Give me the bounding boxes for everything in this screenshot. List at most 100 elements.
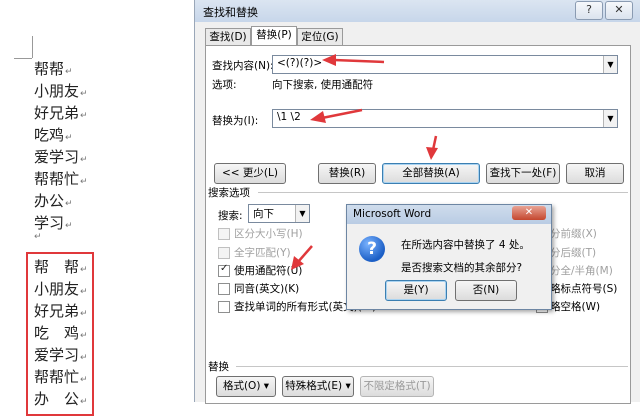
document-line: 爱学习↵ [34,146,88,167]
message-line-1: 在所选内容中替换了 4 处。 [401,239,530,251]
tab-goto[interactable]: 定位(G) [297,28,343,46]
help-button[interactable]: ? [575,1,603,20]
no-formatting-button: 不限定格式(T) [360,376,434,397]
document-line-text: 小朋友 [34,82,80,100]
document-line: 吃 鸡↵ [34,322,88,343]
document-line-text: 帮帮忙 [34,368,80,386]
paragraph-mark: ↵ [65,199,73,209]
cancel-button[interactable]: 取消 [566,163,624,184]
paragraph-mark: ↵ [65,67,73,77]
checkbox-box[interactable] [218,247,230,259]
replace-value: \1 \2 [277,111,301,123]
message-title: Microsoft Word [353,208,432,220]
document-line-text: 帮 帮 [34,258,80,276]
replace-input[interactable]: \1 \2 ▼ [272,109,618,128]
document-line: 爱学习↵ [34,344,88,365]
document-line-text: 爱学习 [34,148,80,166]
document-line-text: 办公 [34,192,65,210]
checkbox-box[interactable] [218,301,230,313]
paragraph-mark: ↵ [80,265,88,275]
document-line-text: 好兄弟 [34,104,80,122]
checkbox-label: 分后缀(T) [550,247,597,259]
document-line-text: 帮帮忙 [34,170,80,188]
document-line: 帮帮忙↵ [34,366,88,387]
message-line-2: 是否搜索文档的其余部分? [401,262,523,274]
checkbox-label: 全字匹配(Y) [234,247,291,259]
chevron-down-icon[interactable]: ▼ [295,205,309,222]
find-replace-dialog: 查找和替换 ? ✕ 查找(D) 替换(P) 定位(G) 查找内容(N): <(?… [194,0,640,404]
replace-button[interactable]: 替换(R) [318,163,376,184]
chevron-down-icon[interactable]: ▼ [603,56,617,73]
confirm-message-box: Microsoft Word ✕ ? 在所选内容中替换了 4 处。 是否搜索文档… [346,204,552,310]
replace-label: 替换为(I): [212,115,259,127]
checkbox-label: 使用通配符(U) [234,265,303,277]
paragraph-mark: ↵ [80,287,88,297]
paragraph-mark: ↵ [80,89,88,99]
paragraph-mark: ↵ [80,111,88,121]
document-line: 帮 帮↵ [34,256,88,277]
margin-corner-mark [14,58,32,59]
paragraph-mark: ↵ [80,177,88,187]
tab-find[interactable]: 查找(D) [205,28,251,46]
checkbox-label: 略标点符号(S) [550,283,618,295]
divider [236,366,628,367]
document-line: 好兄弟↵ [34,300,88,321]
search-direction-label: 搜索: [218,210,243,222]
replace-all-button[interactable]: 全部替换(A) [382,163,480,184]
find-input[interactable]: <(?)(?)> ▼ [272,55,618,74]
replace-section-title: 替换 [208,361,229,373]
document-line-text: 吃 鸡 [34,324,80,342]
search-direction-value: 向下 [253,208,274,220]
document-line: 办 公↵ [34,388,88,409]
checkbox-label: 区分大小写(H) [234,228,303,240]
document-line: 帮帮↵ [34,58,73,79]
tab-replace[interactable]: 替换(P) [251,26,297,47]
document-line: 吃鸡↵ [34,124,73,145]
document-line-text: 小朋友 [34,280,80,298]
document-line: 学习↵ [34,212,73,233]
chevron-down-icon[interactable]: ▼ [603,110,617,127]
options-value: 向下搜索, 使用通配符 [272,79,374,91]
paragraph-mark: ↵ [65,133,73,143]
paragraph-mark: ↵ [80,309,88,319]
options-label: 选项: [212,79,237,91]
checkbox-label: 分前缀(X) [550,228,597,240]
find-label: 查找内容(N): [212,60,274,72]
dialog-title: 查找和替换 [203,6,258,19]
document-line: 办公↵ [34,190,73,211]
search-direction-select[interactable]: 向下 ▼ [248,204,310,223]
document-line: 帮帮忙↵ [34,168,88,189]
yes-button[interactable]: 是(Y) [385,280,447,301]
paragraph-mark: ↵ [80,397,88,407]
document-line-text: 学习 [34,214,65,232]
less-button[interactable]: << 更少(L) [214,163,286,184]
document-area[interactable]: 帮帮↵ 小朋友↵ 好兄弟↵ 吃鸡↵ 爱学习↵ 帮帮忙↵ 办公↵ 学习↵ ↵ 帮 帮↵ 小朋友↵ 好… [0,0,198,416]
special-button[interactable]: 特殊格式(E) ▾ [282,376,354,397]
paragraph-mark: ↵ [80,155,88,165]
checkbox-box[interactable] [218,283,230,295]
checkbox-box[interactable]: ✓ [218,263,230,277]
checkbox-label: 略空格(W) [550,301,601,313]
document-line: 小朋友↵ [34,80,88,101]
message-close-button[interactable]: ✕ [512,206,546,220]
search-options-title: 搜索选项 [208,187,250,199]
empty-paragraph-mark: ↵ [34,232,42,242]
document-line-text: 好兄弟 [34,302,80,320]
message-titlebar: Microsoft Word ✕ [347,205,551,224]
check-icon: ✓ [220,263,229,274]
checkbox-label: 分全/半角(M) [550,265,613,277]
paragraph-mark: ↵ [80,375,88,385]
checkbox-box[interactable] [218,228,230,240]
paragraph-mark: ↵ [65,221,73,231]
document-line-text: 爱学习 [34,346,80,364]
no-button[interactable]: 否(N) [455,280,517,301]
format-button[interactable]: 格式(O) ▾ [216,376,276,397]
document-line: 好兄弟↵ [34,102,88,123]
paragraph-mark: ↵ [80,331,88,341]
find-next-button[interactable]: 查找下一处(F) [486,163,560,184]
divider [258,192,628,193]
find-value: <(?)(?)> [277,57,323,69]
document-line: 小朋友↵ [34,278,88,299]
document-line-text: 办 公 [34,390,80,408]
close-button[interactable]: ✕ [605,1,633,20]
